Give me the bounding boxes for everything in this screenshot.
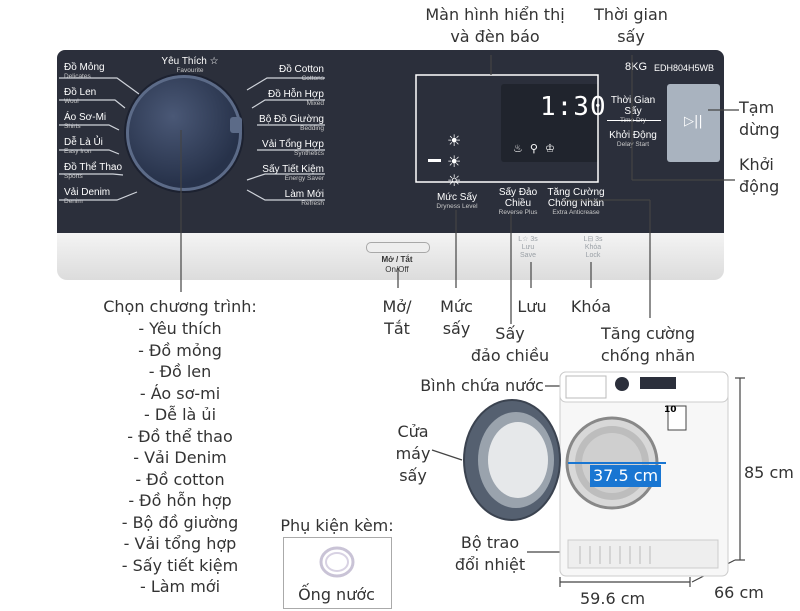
accessory-title: Phụ kiện kèm: bbox=[280, 516, 394, 535]
callout-pause: Tạm dừng bbox=[739, 98, 780, 139]
callout-drying-time: Thời gian sấy bbox=[594, 5, 668, 46]
callout-heat-exchanger: Bộ trao đổi nhiệt bbox=[454, 533, 526, 574]
dimension-depth: 66 cm bbox=[714, 583, 764, 602]
program-list-item: - Bộ đồ giường bbox=[121, 512, 239, 532]
callout-door: Cửa máy sấy bbox=[395, 422, 431, 485]
program-list-item: - Đồ mỏng bbox=[138, 340, 222, 360]
door-diameter-line bbox=[568, 462, 666, 464]
program-list-item: - Áo sơ-mi bbox=[139, 383, 221, 403]
callout-water-tank: Bình chứa nước bbox=[420, 376, 544, 395]
program-list-item: - Vải Denim bbox=[133, 448, 227, 467]
energy-badge: 10 bbox=[664, 405, 677, 415]
callout-display: Màn hình hiển thị và đèn báo bbox=[425, 5, 565, 46]
program-list-item: - Sấy tiết kiệm bbox=[121, 555, 239, 575]
program-list-item: - Làm mới bbox=[139, 577, 221, 596]
program-list-title: Chọn chương trình: bbox=[103, 297, 257, 316]
dimension-height: 85 cm bbox=[744, 463, 794, 482]
program-list-item: - Đồ hỗn hợp bbox=[128, 491, 232, 510]
program-list-item: - Đồ thể thao bbox=[127, 426, 233, 446]
callout-lock: Khóa bbox=[570, 297, 612, 316]
program-list-item: - Vải tổng hợp bbox=[123, 534, 237, 553]
callout-reverse: Sấy đảo chiều bbox=[470, 324, 550, 365]
program-list-item: - Đồ len bbox=[148, 362, 212, 381]
door-diameter: 37.5 cm bbox=[590, 465, 662, 487]
water-hose-icon bbox=[319, 546, 355, 578]
callout-onoff: Mở/ Tắt bbox=[382, 297, 412, 338]
program-list-item: - Yêu thích bbox=[138, 319, 222, 338]
callout-anticrease: Tăng cường chống nhăn bbox=[600, 324, 696, 365]
callout-save: Lưu bbox=[517, 297, 547, 316]
callout-start: Khởi động bbox=[739, 155, 780, 196]
program-list-item: - Đồ cotton bbox=[135, 469, 225, 489]
accessory-item: Ống nước bbox=[298, 585, 375, 604]
dimension-width: 59.6 cm bbox=[580, 589, 646, 608]
program-list-item: - Dễ là ủi bbox=[143, 405, 217, 424]
